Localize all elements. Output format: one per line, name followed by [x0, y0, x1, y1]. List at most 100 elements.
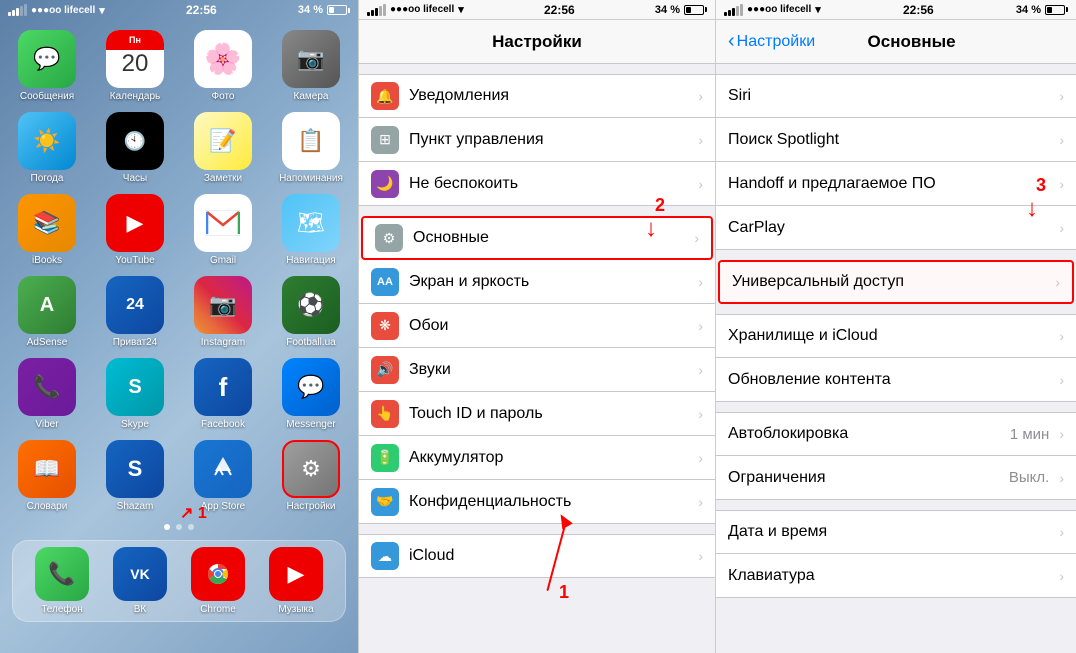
reminders-icon[interactable]: 📋 — [282, 112, 340, 170]
restrictions-value: Выкл. — [1009, 469, 1049, 486]
viber-icon[interactable]: 📞 — [18, 358, 76, 416]
app-gmail[interactable]: Gmail — [184, 194, 262, 266]
maps-icon[interactable]: 🗺 — [282, 194, 340, 252]
calendar-icon[interactable]: Пн 20 — [106, 30, 164, 88]
general-row-storage[interactable]: Хранилище и iCloud › — [716, 314, 1076, 358]
settings-row-control[interactable]: ⊞ Пункт управления › — [359, 118, 715, 162]
privacy-label: Конфиденциальность — [409, 493, 688, 511]
bgrefresh-label: Обновление контента — [728, 371, 1049, 389]
messenger-icon[interactable]: 💬 — [282, 358, 340, 416]
youtube-icon[interactable]: ▶ — [106, 194, 164, 252]
skype-icon[interactable]: S — [106, 358, 164, 416]
app-maps[interactable]: 🗺 Навигация — [272, 194, 350, 266]
gmail-icon[interactable] — [194, 194, 252, 252]
settings-row-battery[interactable]: 🔋 Аккумулятор › — [359, 436, 715, 480]
general-row-carplay[interactable]: CarPlay › — [716, 206, 1076, 250]
settings-row-privacy[interactable]: 🤝 Конфиденциальность › — [359, 480, 715, 524]
dock-phone-label: Телефон — [28, 604, 96, 615]
status-bar-2: ●●●oo lifecell ▾ 22:56 34 % — [359, 0, 715, 20]
settings-row-icloud[interactable]: ☁ iCloud › — [359, 534, 715, 578]
status-left-1: ●●●oo lifecell ▾ — [8, 4, 105, 17]
app-photos[interactable]: 🌸 Фото — [184, 30, 262, 102]
status-right-3: 34 % — [1016, 4, 1068, 16]
clock-face-icon: 🕙 — [106, 112, 164, 170]
settings-title: Настройки — [492, 32, 582, 52]
weather-label: Погода — [13, 173, 81, 184]
app-clock[interactable]: 🕙 Часы — [96, 112, 174, 184]
shazam-icon[interactable]: S — [106, 440, 164, 498]
handoff-label: Handoff и предлагаемое ПО — [728, 175, 1049, 193]
general-icon: ⚙ — [375, 224, 403, 252]
app-youtube[interactable]: ▶ YouTube — [96, 194, 174, 266]
settings-row-display[interactable]: AA Экран и яркость › — [359, 260, 715, 304]
weather-icon[interactable]: ☀️ — [18, 112, 76, 170]
app-adsense[interactable]: A AdSense — [8, 276, 86, 348]
settings-row-touchid[interactable]: 👆 Touch ID и пароль › — [359, 392, 715, 436]
viber-label: Viber — [13, 419, 81, 430]
app-messages[interactable]: 💬 Сообщения — [8, 30, 86, 102]
settings-section-3: ☁ iCloud › — [359, 534, 715, 578]
camera-icon[interactable]: 📷 — [282, 30, 340, 88]
settings-row-donotdisturb[interactable]: 🌙 Не беспокоить › — [359, 162, 715, 206]
settings-row-sounds[interactable]: 🔊 Звуки › — [359, 348, 715, 392]
home-screen: 💬 Сообщения Пн 20 Календарь 🌸 Фото — [0, 20, 358, 653]
app-instagram[interactable]: 📷 Instagram — [184, 276, 262, 348]
settings-row-notifications[interactable]: 🔔 Уведомления › — [359, 74, 715, 118]
app-grid: 💬 Сообщения Пн 20 Календарь 🌸 Фото — [8, 26, 350, 516]
slovari-icon[interactable]: 📖 — [18, 440, 76, 498]
dock-music[interactable]: ▶ Музыка — [262, 547, 330, 615]
instagram-icon[interactable]: 📷 — [194, 276, 252, 334]
general-row-handoff[interactable]: Handoff и предлагаемое ПО › — [716, 162, 1076, 206]
general-row-universal[interactable]: Универсальный доступ › — [718, 260, 1074, 304]
general-row-autolock[interactable]: Автоблокировка 1 мин › — [716, 412, 1076, 456]
clock-icon[interactable]: 🕙 — [106, 112, 164, 170]
app-camera[interactable]: 📷 Камера — [272, 30, 350, 102]
app-viber[interactable]: 📞 Viber — [8, 358, 86, 430]
general-row-datetime[interactable]: Дата и время › — [716, 510, 1076, 554]
app-notes[interactable]: 📝 Заметки — [184, 112, 262, 184]
app-appstore[interactable]: App Store — [184, 440, 262, 512]
app-slovari[interactable]: 📖 Словари — [8, 440, 86, 512]
app-football[interactable]: ⚽ Football.ua — [272, 276, 350, 348]
facebook-icon[interactable]: f — [194, 358, 252, 416]
app-weather[interactable]: ☀️ Погода — [8, 112, 86, 184]
app-privat24[interactable]: 24 Приват24 — [96, 276, 174, 348]
settings-row-wallpaper[interactable]: ❋ Обои › — [359, 304, 715, 348]
dock-vk-icon[interactable]: VK — [113, 547, 167, 601]
dock-chrome-icon[interactable] — [191, 547, 245, 601]
dock-chrome[interactable]: Chrome — [184, 547, 252, 615]
messages-icon[interactable]: 💬 — [18, 30, 76, 88]
privat24-icon[interactable]: 24 — [106, 276, 164, 334]
battery-icon-2 — [684, 5, 707, 15]
app-facebook[interactable]: f Facebook — [184, 358, 262, 430]
app-ibooks[interactable]: 📚 iBooks — [8, 194, 86, 266]
general-row-keyboard[interactable]: Клавиатура › — [716, 554, 1076, 598]
battery-pct-2: 34 % — [655, 4, 680, 16]
general-row-bgrefresh[interactable]: Обновление контента › — [716, 358, 1076, 402]
photos-icon[interactable]: 🌸 — [194, 30, 252, 88]
dock-phone[interactable]: 📞 Телефон — [28, 547, 96, 615]
app-skype[interactable]: S Skype — [96, 358, 174, 430]
autolock-value: 1 мин — [1010, 426, 1050, 443]
dock-phone-icon[interactable]: 📞 — [35, 547, 89, 601]
back-button[interactable]: ‹ Настройки — [728, 30, 815, 53]
general-row-siri[interactable]: Siri › — [716, 74, 1076, 118]
general-row-spotlight[interactable]: Поиск Spotlight › — [716, 118, 1076, 162]
notes-icon[interactable]: 📝 — [194, 112, 252, 170]
adsense-icon[interactable]: A — [18, 276, 76, 334]
settings-icon[interactable]: ⚙ — [282, 440, 340, 498]
dock-vk[interactable]: VK ВК — [106, 547, 174, 615]
privacy-icon: 🤝 — [371, 488, 399, 516]
settings-row-general[interactable]: ⚙ Основные › — [361, 216, 713, 260]
app-messenger[interactable]: 💬 Messenger — [272, 358, 350, 430]
ibooks-icon[interactable]: 📚 — [18, 194, 76, 252]
app-shazam[interactable]: S Shazam — [96, 440, 174, 512]
app-reminders[interactable]: 📋 Напоминания — [272, 112, 350, 184]
app-settings[interactable]: ⚙ Настройки — [272, 440, 350, 512]
dock-music-icon[interactable]: ▶ — [269, 547, 323, 601]
football-icon[interactable]: ⚽ — [282, 276, 340, 334]
keyboard-label: Клавиатура — [728, 567, 1049, 585]
app-calendar[interactable]: Пн 20 Календарь — [96, 30, 174, 102]
appstore-icon[interactable] — [194, 440, 252, 498]
general-row-restrictions[interactable]: Ограничения Выкл. › — [716, 456, 1076, 500]
